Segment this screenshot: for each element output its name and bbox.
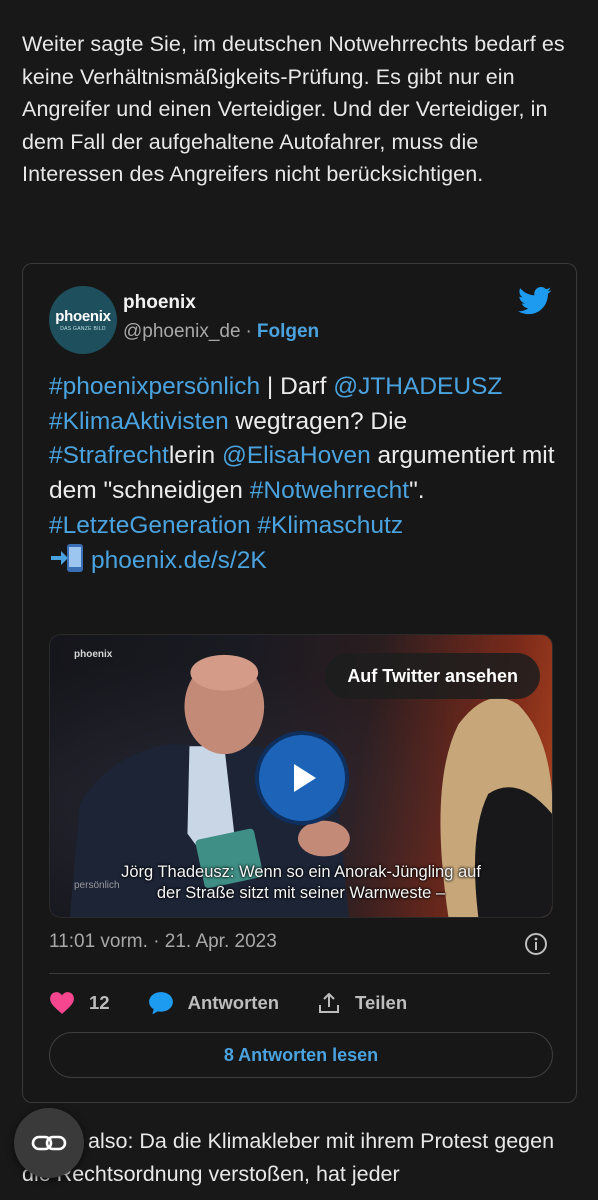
- share-button[interactable]: Teilen: [317, 991, 407, 1015]
- video-subtitle-line-1: Jörg Thadeusz: Wenn so ein Anorak-Jüngli…: [121, 863, 481, 881]
- read-replies-button[interactable]: 8 Antworten lesen: [49, 1032, 553, 1078]
- reply-label: Antworten: [187, 992, 280, 1013]
- play-icon: [294, 764, 316, 792]
- share-label: Teilen: [355, 992, 408, 1013]
- twitter-bird-icon[interactable]: [518, 286, 552, 316]
- article-paragraph-bottom: also: Da die Klimakleber mit ihrem Prote…: [22, 1125, 578, 1190]
- author-handle-line: @phoenix_de · Folgen: [123, 321, 319, 343]
- tweet-entity-link[interactable]: #Klimaschutz: [257, 512, 403, 539]
- avatar-logo-word: phoenix: [55, 308, 111, 325]
- view-on-twitter-button[interactable]: Auf Twitter ansehen: [325, 653, 540, 699]
- tweet-text-segment: lerin: [168, 442, 222, 470]
- article-paragraph-bottom-text: also: Da die Klimakleber mit ihrem Prote…: [22, 1129, 555, 1186]
- link-icon: [31, 1135, 67, 1151]
- tweet-entity-link[interactable]: @JTHADEUSZ: [333, 373, 502, 400]
- tweet-entity-link[interactable]: #phoenixpersönlich: [49, 373, 260, 400]
- tweet-text-body: #phoenixpersönlich | Darf @JTHADEUSZ #Kl…: [49, 373, 555, 539]
- follow-link[interactable]: Folgen: [257, 321, 319, 342]
- tweet-actions: 12 Antworten Teilen: [49, 988, 445, 1018]
- tweet-text-segment: | Darf: [260, 373, 334, 400]
- tweet-text: #phoenixpersönlich | Darf @JTHADEUSZ #Kl…: [49, 370, 559, 578]
- reply-bubble-icon: [148, 992, 173, 1015]
- like-count: 12: [89, 992, 110, 1013]
- tweet-entity-link[interactable]: @ElisaHoven: [222, 442, 371, 469]
- reply-button[interactable]: Antworten: [148, 991, 279, 1015]
- play-button[interactable]: [255, 731, 349, 825]
- tweet-text-segment: ".: [409, 477, 425, 505]
- phone-arrow-icon: [49, 543, 87, 572]
- share-icon: [319, 993, 340, 1013]
- article-paragraph-top: Weiter sagte Sie, im deutschen Notwehrre…: [22, 32, 565, 186]
- tweet-text-segment: wegtragen? Die: [228, 407, 408, 435]
- video-watermark: phoenix: [74, 649, 113, 660]
- tweet-url-link[interactable]: phoenix.de/s/2K: [91, 547, 267, 574]
- tweet-entity-link[interactable]: #KlimaAktivisten: [49, 408, 229, 435]
- video-subtitle-line-2: der Straße sitzt mit seiner Warnweste –: [156, 884, 446, 902]
- author-name[interactable]: phoenix: [123, 292, 196, 314]
- tweet-entity-link[interactable]: #LetzteGeneration: [49, 512, 251, 539]
- author-avatar[interactable]: phoenix DAS GANZE BILD: [49, 286, 117, 354]
- tweet-entity-link[interactable]: #Strafrecht: [49, 442, 169, 469]
- author-handle[interactable]: @phoenix_de: [123, 321, 241, 342]
- info-icon[interactable]: [524, 932, 548, 956]
- copy-link-button[interactable]: [14, 1108, 84, 1178]
- tweet-video[interactable]: phoenix persönlich Auf Twitter ansehen J…: [49, 634, 553, 918]
- heart-icon: [50, 992, 74, 1014]
- divider: [49, 973, 550, 974]
- separator-dot: ·: [245, 321, 252, 342]
- like-button[interactable]: 12: [49, 991, 110, 1015]
- embedded-tweet-card[interactable]: phoenix DAS GANZE BILD phoenix @phoenix_…: [22, 263, 577, 1103]
- tweet-entity-link[interactable]: #Notwehrrecht: [250, 477, 409, 504]
- tweet-timestamp[interactable]: 11:01 vorm. · 21. Apr. 2023: [49, 931, 277, 953]
- avatar-logo-sub: DAS GANZE BILD: [60, 326, 106, 332]
